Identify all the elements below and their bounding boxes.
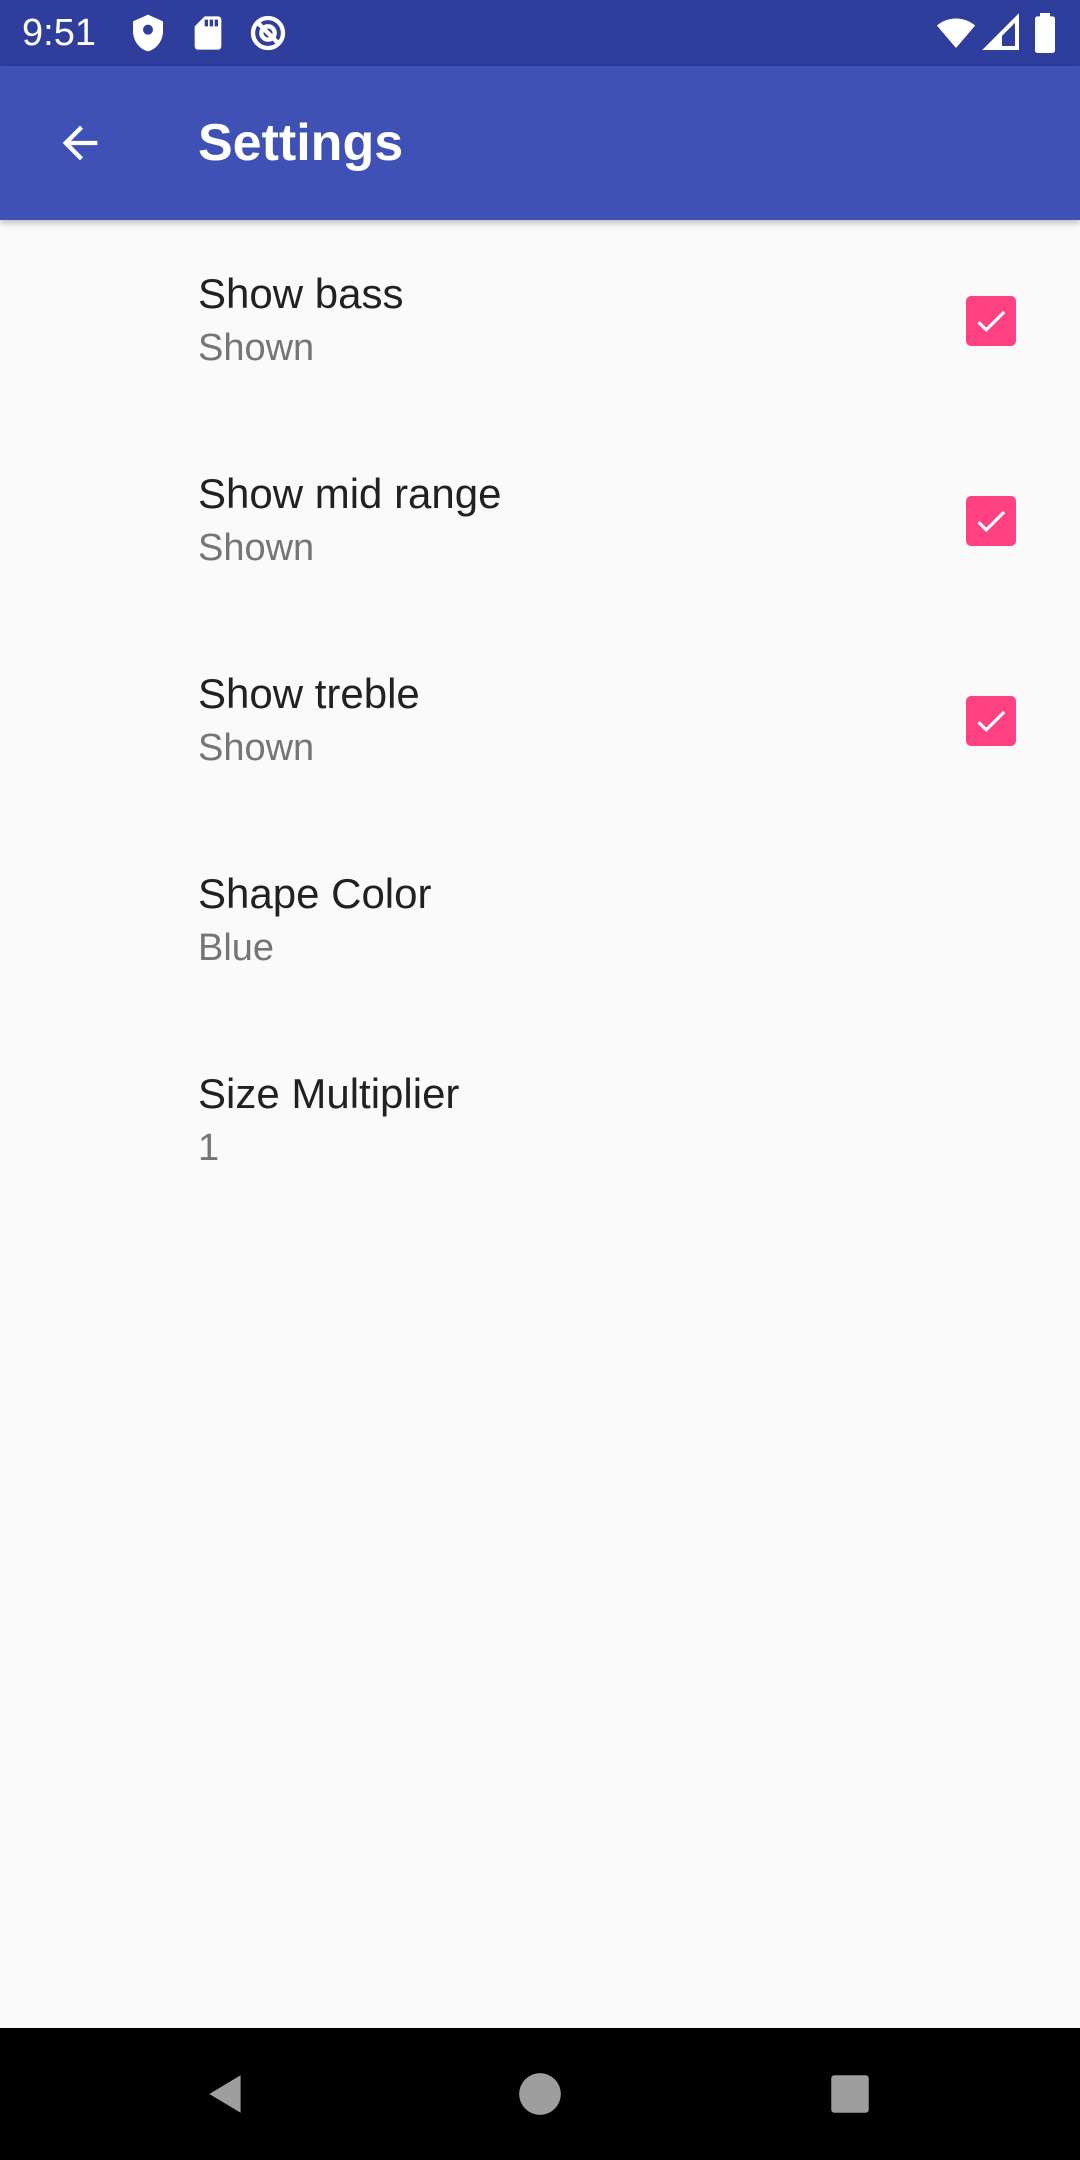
pref-title: Show treble [198,670,420,717]
show-mid-range-checkbox[interactable] [966,496,1016,546]
back-triangle-icon [209,2075,241,2113]
preference-list: Show bass Shown Show mid range Shown Sho… [0,220,1080,1220]
page-title: Settings [198,114,404,172]
arrow-back-icon [62,125,98,161]
pref-size-multiplier[interactable]: Size Multiplier 1 [0,1020,1080,1220]
check-icon [977,710,1006,733]
sync-disabled-icon [248,13,288,53]
pref-summary: Shown [198,327,315,369]
app-bar: Settings [0,66,1080,220]
pref-shape-color[interactable]: Shape Color Blue [0,820,1080,1020]
home-circle-icon [519,2073,561,2115]
pref-title: Shape Color [198,870,432,917]
cellular-signal-icon [982,13,1022,53]
nav-home-button[interactable] [500,2054,580,2134]
nav-recents-button[interactable] [810,2054,890,2134]
check-icon [977,510,1006,533]
pref-summary: Shown [198,527,315,569]
navigation-bar [0,2028,1080,2160]
pref-show-bass[interactable]: Show bass Shown [0,220,1080,420]
pref-show-treble[interactable]: Show treble Shown [0,620,1080,820]
nav-back-button[interactable] [186,2054,266,2134]
pref-show-mid-range[interactable]: Show mid range Shown [0,420,1080,620]
status-time: 9:51 [22,12,96,54]
shield-icon [128,13,168,53]
wifi-icon [936,13,976,53]
show-bass-checkbox[interactable] [966,296,1016,346]
recents-square-icon [831,2075,869,2113]
show-treble-checkbox[interactable] [966,696,1016,746]
pref-summary: Blue [198,927,275,969]
status-bar: 9:51 [0,0,1080,66]
pref-summary: Shown [198,727,315,769]
sd-card-icon [188,13,228,53]
settings-screen: 9:51 Settings Show bass Shown Show mid r… [0,0,1080,2160]
pref-title: Show bass [198,270,404,317]
pref-title: Show mid range [198,470,502,517]
pref-summary: 1 [198,1127,220,1169]
check-icon [977,310,1006,333]
battery-icon [1030,13,1060,53]
back-button[interactable] [38,101,122,185]
pref-title: Size Multiplier [198,1070,460,1117]
